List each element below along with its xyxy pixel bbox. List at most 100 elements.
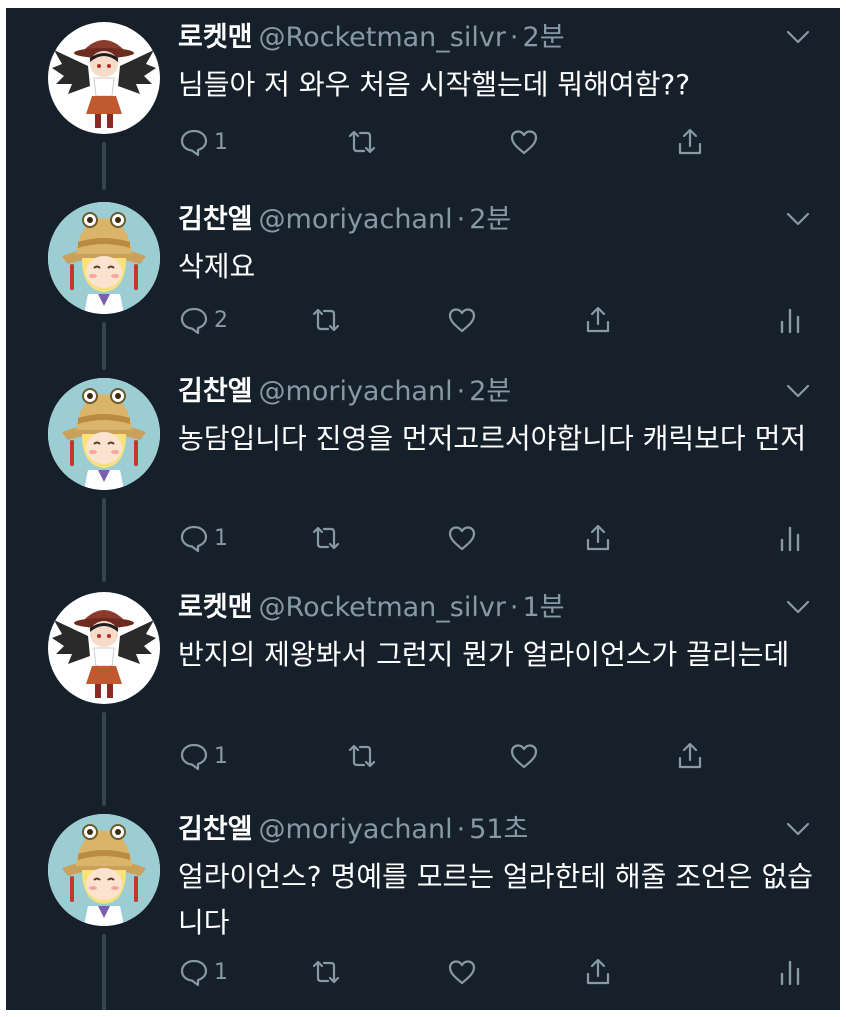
action-bar: 1 <box>178 122 818 162</box>
rocketman-avatar-image <box>52 610 156 698</box>
avatar[interactable] <box>48 22 160 134</box>
share-button[interactable] <box>582 518 614 558</box>
timestamp[interactable]: 2분 <box>469 376 511 407</box>
user-handle[interactable]: @moriyachanl <box>259 204 453 235</box>
timestamp[interactable]: 2분 <box>523 22 565 53</box>
tweet-text: 반지의 제왕봐서 그런지 뭔가 얼라이언스가 끌리는데 <box>178 638 790 671</box>
reply-icon <box>180 959 208 987</box>
reply-icon <box>180 307 208 335</box>
action-bar: 1 <box>178 952 818 992</box>
like-icon <box>448 308 476 333</box>
share-button[interactable] <box>674 122 706 162</box>
moriya-avatar-image <box>48 378 160 490</box>
avatar[interactable] <box>48 592 160 704</box>
like-icon <box>510 744 538 769</box>
tweet[interactable]: 로켓맨 @Rocketman_silvr · 2분 님들아 저 와우 처음 시작핼는데… <box>6 8 840 190</box>
moriya-avatar-image <box>48 814 160 926</box>
reply-icon <box>180 743 208 771</box>
retweet-button[interactable] <box>346 736 378 776</box>
chevron-down-icon[interactable] <box>786 212 810 226</box>
tweet[interactable]: 김찬엘 @moriyachanl · 2분 삭제요 2 <box>6 190 840 370</box>
analytics-button[interactable] <box>774 300 806 340</box>
separator-dot: · <box>509 592 519 623</box>
user-handle[interactable]: @moriyachanl <box>259 814 453 845</box>
separator-dot: · <box>456 204 466 235</box>
share-icon <box>678 128 702 155</box>
retweet-icon <box>312 308 340 332</box>
reply-count: 1 <box>214 959 228 985</box>
share-button[interactable] <box>674 736 706 776</box>
avatar[interactable] <box>48 378 160 490</box>
share-button[interactable] <box>582 300 614 340</box>
analytics-icon <box>780 308 800 334</box>
action-bar: 2 <box>178 300 818 340</box>
like-icon <box>448 526 476 551</box>
display-name[interactable]: 김찬엘 <box>178 376 253 407</box>
display-name[interactable]: 로켓맨 <box>178 22 253 53</box>
reply-count: 1 <box>214 525 228 551</box>
user-handle[interactable]: @Rocketman_silvr <box>259 22 506 53</box>
thread-line <box>102 142 106 190</box>
chevron-down-icon[interactable] <box>786 384 810 398</box>
tweet-header: 로켓맨 @Rocketman_silvr · 2분 <box>178 20 565 56</box>
timestamp[interactable]: 2분 <box>469 204 511 235</box>
retweet-button[interactable] <box>310 300 342 340</box>
share-icon <box>678 742 702 769</box>
separator-dot: · <box>509 22 519 53</box>
share-button[interactable] <box>582 952 614 992</box>
reply-button[interactable]: 1 <box>178 736 228 776</box>
tweet-text: 님들아 저 와우 처음 시작핼는데 뭐해여함?? <box>178 68 691 101</box>
action-bar: 1 <box>178 736 818 776</box>
like-button[interactable] <box>446 952 478 992</box>
tweet-header: 김찬엘 @moriyachanl · 2분 <box>178 202 511 238</box>
analytics-button[interactable] <box>774 952 806 992</box>
moriya-avatar-image <box>48 202 160 314</box>
chevron-down-icon[interactable] <box>786 30 810 44</box>
display-name[interactable]: 김찬엘 <box>178 204 253 235</box>
tweet-header: 김찬엘 @moriyachanl · 2분 <box>178 374 511 410</box>
reply-icon <box>180 525 208 553</box>
timestamp[interactable]: 51초 <box>469 814 528 845</box>
display-name[interactable]: 김찬엘 <box>178 814 253 845</box>
retweet-button[interactable] <box>310 518 342 558</box>
timestamp[interactable]: 1분 <box>523 592 565 623</box>
reply-button[interactable]: 1 <box>178 518 228 558</box>
tweet[interactable]: 로켓맨 @Rocketman_silvr · 1분 반지의 제왕봐서 그런지 뭔가 얼… <box>6 578 840 806</box>
analytics-icon <box>780 960 800 986</box>
retweet-button[interactable] <box>346 122 378 162</box>
reply-button[interactable]: 1 <box>178 952 228 992</box>
action-bar: 1 <box>178 518 818 558</box>
tweet[interactable]: 김찬엘 @moriyachanl · 51초 얼라이언스? 명예를 모르는 얼라한테 … <box>6 800 840 1010</box>
chevron-down-icon[interactable] <box>786 822 810 836</box>
like-button[interactable] <box>508 736 540 776</box>
like-button[interactable] <box>446 518 478 558</box>
retweet-button[interactable] <box>310 952 342 992</box>
avatar[interactable] <box>48 202 160 314</box>
reply-button[interactable]: 1 <box>178 122 228 162</box>
reply-count: 2 <box>214 307 228 333</box>
tweet-header: 로켓맨 @Rocketman_silvr · 1분 <box>178 590 565 626</box>
tweet[interactable]: 김찬엘 @moriyachanl · 2분 농담입니다 진영을 먼저고르서야합니다 캐… <box>6 362 840 582</box>
user-handle[interactable]: @Rocketman_silvr <box>259 592 506 623</box>
display-name[interactable]: 로켓맨 <box>178 592 253 623</box>
share-icon <box>586 958 610 985</box>
reply-count: 1 <box>214 129 228 155</box>
analytics-button[interactable] <box>774 518 806 558</box>
separator-dot: · <box>456 376 466 407</box>
like-button[interactable] <box>446 300 478 340</box>
reply-button[interactable]: 2 <box>178 300 228 340</box>
thread-line <box>102 498 106 582</box>
timeline: 로켓맨 @Rocketman_silvr · 2분 님들아 저 와우 처음 시작핼는데… <box>6 8 840 1010</box>
retweet-icon <box>348 130 376 154</box>
retweet-icon <box>312 960 340 984</box>
rocketman-avatar-image <box>52 40 156 128</box>
reply-icon <box>180 129 208 157</box>
thread-line <box>102 712 106 806</box>
chevron-down-icon[interactable] <box>786 600 810 614</box>
user-handle[interactable]: @moriyachanl <box>259 376 453 407</box>
retweet-icon <box>312 526 340 550</box>
like-button[interactable] <box>508 122 540 162</box>
avatar[interactable] <box>48 814 160 926</box>
retweet-icon <box>348 744 376 768</box>
share-icon <box>586 524 610 551</box>
